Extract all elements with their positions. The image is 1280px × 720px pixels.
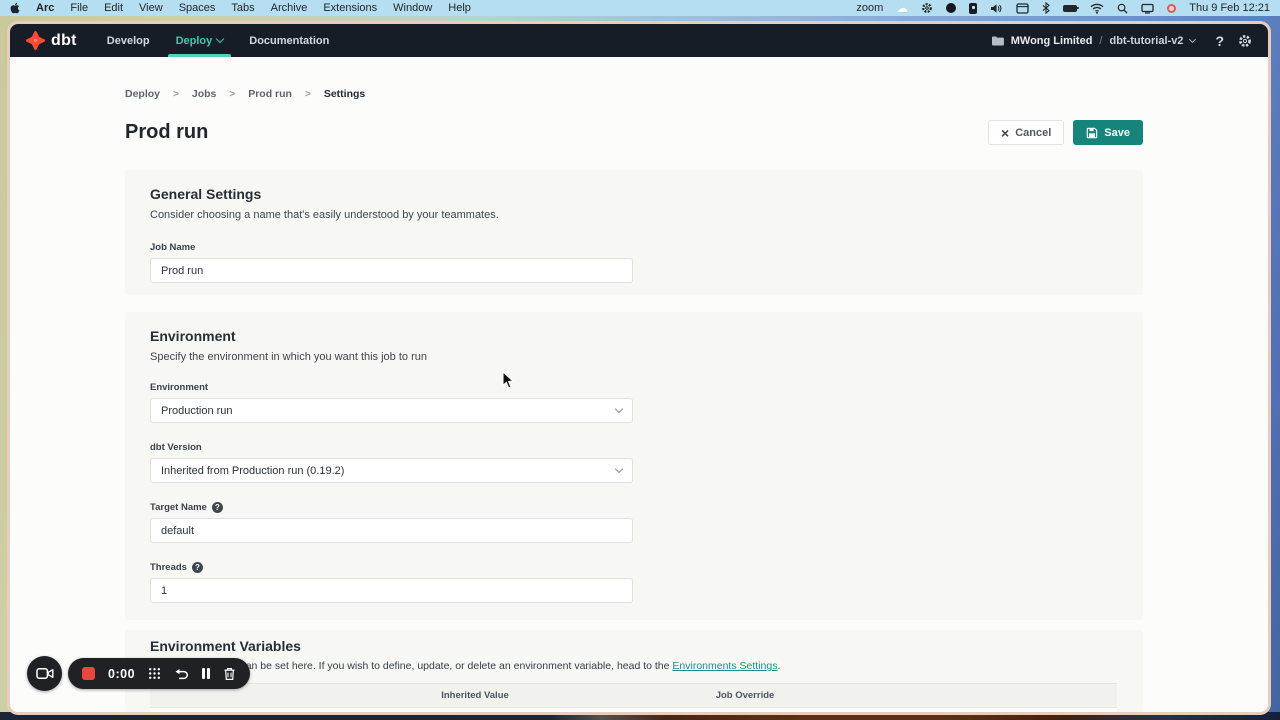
app-status-icon[interactable]	[969, 3, 977, 14]
general-settings-description: Consider choosing a name that's easily u…	[150, 209, 1117, 221]
job-override-column-header: Job Override	[620, 690, 870, 701]
environment-variables-description: Job level overrides can be set here. If …	[150, 660, 1117, 672]
chevron-down-icon	[216, 35, 224, 43]
target-name-input[interactable]	[150, 518, 633, 543]
wifi-icon[interactable]	[1090, 3, 1104, 14]
general-settings-heading: General Settings	[150, 186, 1117, 202]
screen-recording-indicator-icon[interactable]	[1167, 4, 1176, 13]
help-button[interactable]: ?	[1215, 33, 1224, 49]
project-name: dbt-tutorial-v2	[1109, 35, 1183, 47]
environment-heading: Environment	[150, 328, 1117, 344]
display-mirroring-icon[interactable]	[1141, 3, 1154, 14]
cancel-button[interactable]: × Cancel	[988, 120, 1064, 145]
dbt-brand-name: dbt	[51, 32, 77, 50]
recorder-toolbar: 0:00	[68, 658, 250, 689]
general-settings-card: General Settings Consider choosing a nam…	[125, 170, 1143, 295]
breadcrumb-separator: >	[305, 89, 311, 100]
cloud-icon[interactable]: ☁	[896, 1, 908, 15]
chevron-down-icon	[1189, 36, 1196, 43]
pause-recording-button[interactable]	[202, 668, 210, 679]
target-name-label: Target Name	[150, 502, 207, 513]
threads-help-icon[interactable]: ?	[192, 562, 203, 573]
env-vars-table-header: Inherited Value Job Override	[150, 683, 1117, 708]
env-vars-table-row	[150, 708, 1117, 712]
menu-item-extensions[interactable]: Extensions	[323, 2, 377, 14]
menu-item-help[interactable]: Help	[448, 2, 471, 14]
environment-select[interactable]: Production run	[150, 398, 633, 423]
account-name: MWong Limited	[1011, 35, 1093, 47]
menu-item-window[interactable]: Window	[393, 2, 432, 14]
video-camera-icon	[36, 667, 54, 680]
chevron-down-icon	[615, 465, 623, 473]
dbt-logo[interactable]: dbt	[26, 31, 77, 50]
delete-recording-icon[interactable]	[223, 667, 236, 681]
environment-variables-card: Environment Variables Job level override…	[125, 630, 1143, 712]
dbt-version-select[interactable]: Inherited from Production run (0.19.2)	[150, 458, 633, 483]
threads-input[interactable]	[150, 578, 633, 603]
menu-item-view[interactable]: View	[139, 2, 163, 14]
volume-icon[interactable]	[990, 3, 1003, 14]
threads-label: Threads	[150, 562, 187, 573]
save-button[interactable]: Save	[1073, 120, 1143, 145]
spotlight-search-icon[interactable]	[1117, 3, 1128, 14]
menu-item-arc[interactable]: Arc	[36, 2, 54, 14]
breadcrumb-separator: >	[229, 89, 235, 100]
folder-icon	[991, 35, 1004, 46]
stop-recording-button[interactable]	[82, 667, 95, 680]
desktop-wallpaper: dbt Develop Deploy Documentation MWong L…	[0, 16, 1280, 720]
save-disk-icon	[1086, 127, 1098, 139]
clock-app-icon[interactable]	[946, 3, 956, 13]
environment-variables-heading: Environment Variables	[150, 638, 1117, 654]
restart-undo-icon[interactable]	[174, 667, 189, 680]
target-name-help-icon[interactable]: ?	[212, 502, 223, 513]
menu-item-spaces[interactable]: Spaces	[179, 2, 216, 14]
menubar-clock[interactable]: Thu 9 Feb 12:21	[1189, 2, 1270, 14]
settings-page: Deploy > Jobs > Prod run > Settings Prod…	[10, 57, 1268, 712]
nav-develop[interactable]: Develop	[107, 24, 150, 57]
macos-menubar: Arc File Edit View Spaces Tabs Archive E…	[0, 0, 1280, 16]
recorder-camera-button[interactable]	[27, 656, 62, 691]
menu-item-file[interactable]: File	[70, 2, 88, 14]
window-switcher-icon[interactable]	[1016, 3, 1029, 14]
apple-logo-icon[interactable]	[10, 2, 20, 14]
nav-deploy[interactable]: Deploy	[176, 24, 224, 57]
bluetooth-icon[interactable]	[1042, 2, 1050, 14]
settings-gear-icon[interactable]	[1238, 34, 1252, 48]
breadcrumb-settings: Settings	[324, 88, 365, 100]
menu-item-edit[interactable]: Edit	[104, 2, 123, 14]
job-name-label: Job Name	[150, 242, 195, 253]
grid-options-icon[interactable]	[148, 667, 161, 680]
breadcrumb-prod-run[interactable]: Prod run	[248, 88, 292, 100]
breadcrumb-separator: >	[173, 89, 179, 100]
job-name-input[interactable]	[150, 258, 633, 283]
dbt-version-label: dbt Version	[150, 442, 202, 453]
menu-item-tabs[interactable]: Tabs	[231, 2, 254, 14]
recording-timer: 0:00	[108, 667, 135, 681]
environment-select-label: Environment	[150, 382, 208, 393]
nav-documentation[interactable]: Documentation	[249, 24, 329, 57]
close-icon: ×	[1001, 126, 1009, 140]
zoom-menu-label[interactable]: zoom	[856, 2, 883, 14]
desktop-bottom-strip	[0, 712, 1280, 720]
dbt-navbar: dbt Develop Deploy Documentation MWong L…	[10, 24, 1268, 57]
breadcrumb-deploy[interactable]: Deploy	[125, 88, 160, 100]
breadcrumb: Deploy > Jobs > Prod run > Settings	[125, 88, 365, 100]
dbt-cloud-window: dbt Develop Deploy Documentation MWong L…	[10, 24, 1268, 712]
page-title: Prod run	[125, 121, 208, 144]
environment-description: Specify the environment in which you wan…	[150, 351, 1117, 363]
battery-icon[interactable]	[1063, 5, 1077, 12]
account-separator: /	[1099, 35, 1102, 47]
dbt-logo-icon	[26, 31, 45, 50]
inherited-value-column-header: Inherited Value	[330, 690, 620, 701]
environment-card: Environment Specify the environment in w…	[125, 312, 1143, 620]
gear-icon[interactable]	[921, 2, 933, 14]
chevron-down-icon	[615, 405, 623, 413]
environments-settings-link[interactable]: Environments Settings	[672, 660, 777, 672]
account-project-selector[interactable]: MWong Limited / dbt-tutorial-v2	[991, 35, 1196, 47]
menu-item-archive[interactable]: Archive	[271, 2, 308, 14]
breadcrumb-jobs[interactable]: Jobs	[192, 88, 217, 100]
